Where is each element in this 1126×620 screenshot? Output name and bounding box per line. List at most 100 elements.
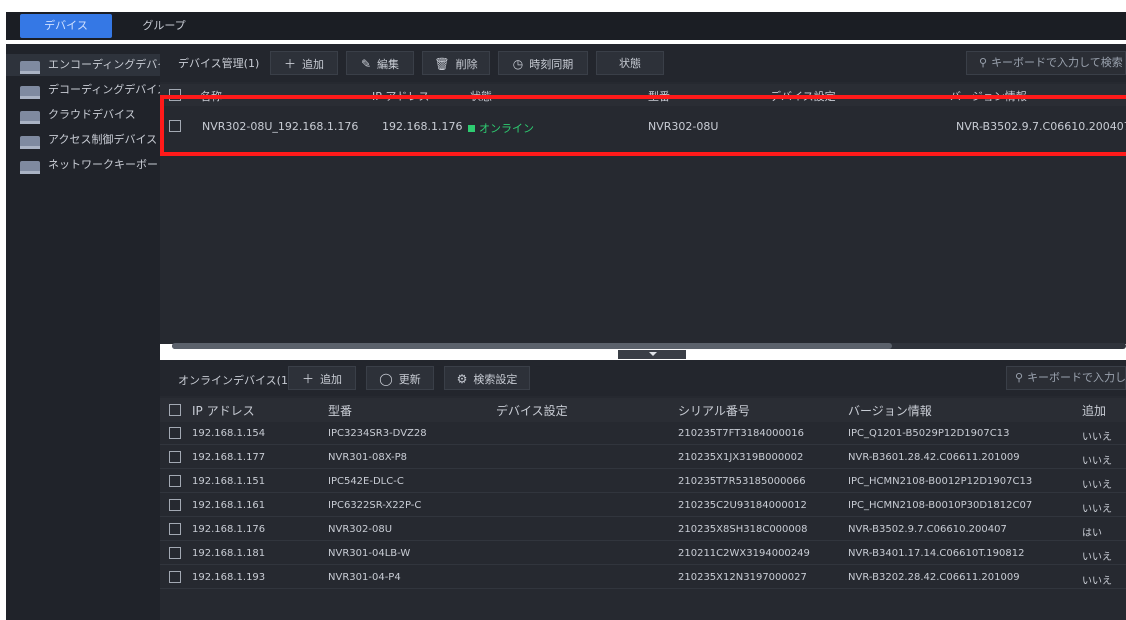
column-model: 型番 xyxy=(648,90,670,103)
column-version: バージョン情報 xyxy=(950,90,1027,103)
keyboard-icon xyxy=(20,161,40,174)
refresh-icon: ◯ xyxy=(379,372,393,386)
add-device-button[interactable]: ＋追加 xyxy=(270,51,338,75)
sidebar-item-label: デコーディングデバイス xyxy=(48,83,168,96)
row-checkbox[interactable] xyxy=(169,547,181,559)
sidebar-item-label: アクセス制御デバイス xyxy=(48,133,158,146)
scrollbar-thumb[interactable] xyxy=(172,343,892,349)
cell-ip: 192.168.1.151 xyxy=(192,476,266,487)
device-name: NVR302-08U_192.168.1.176 xyxy=(202,120,359,133)
time-sync-button[interactable]: ◷ 時刻同期 xyxy=(498,51,588,75)
device-table-header: 名称 IP アドレス 状態 型番 デバイス設定 バージョン情報 xyxy=(160,84,1126,106)
select-all-checkbox[interactable] xyxy=(169,404,181,416)
cell-version: NVR-B3502.9.7.C06610.200407 xyxy=(848,524,1007,535)
online-search-input[interactable]: ⚲キーボードで入力して検索します xyxy=(1006,366,1126,390)
chevron-down-icon xyxy=(649,352,657,356)
table-row[interactable]: 192.168.1.151 IPC542E-DLC-C 210235T7R53185… xyxy=(160,470,1126,493)
table-row[interactable]: 192.168.1.181 NVR301-04LB-W 210211C2WX3194… xyxy=(160,542,1126,565)
table-row[interactable]: NVR302-08U_192.168.1.176 192.168.1.176 オ… xyxy=(160,114,1126,138)
column-ip: IP アドレス xyxy=(372,90,430,103)
cell-ip: 192.168.1.177 xyxy=(192,452,266,463)
search-settings-button[interactable]: ⚙ 検索設定 xyxy=(444,366,530,390)
device-model: NVR302-08U xyxy=(648,120,719,133)
cell-model: NVR301-04-P4 xyxy=(328,572,401,583)
device-ip: 192.168.1.176 xyxy=(382,120,463,133)
device-icon xyxy=(20,61,40,74)
horizontal-scrollbar[interactable] xyxy=(172,343,1126,349)
cell-serial: 210235X1JX319B000002 xyxy=(678,452,804,463)
cell-added: いいえ xyxy=(1082,456,1112,467)
cell-model: NVR302-08U xyxy=(328,524,393,535)
cell-model: NVR301-08X-P8 xyxy=(328,452,408,463)
refresh-button[interactable]: ◯ 更新 xyxy=(366,366,434,390)
clock-icon: ◷ xyxy=(512,57,524,71)
status-button[interactable]: 状態 xyxy=(596,51,664,75)
cell-version: NVR-B3401.17.14.C06610T.190812 xyxy=(848,548,1025,559)
cell-added: いいえ xyxy=(1082,552,1112,563)
column-added: 追加 xyxy=(1082,404,1107,418)
cell-added: いいえ xyxy=(1082,576,1112,587)
column-device-settings: デバイス設定 xyxy=(770,90,836,103)
cell-version: NVR-B3202.28.42.C06611.201009 xyxy=(848,572,1020,583)
sidebar-item-access-control[interactable]: アクセス制御デバイス xyxy=(6,129,160,151)
cell-serial: 210235X12N3197000027 xyxy=(678,572,807,583)
table-row[interactable]: 192.168.1.154 IPC3234SR3-DVZ28 210235T7FT3… xyxy=(160,422,1126,445)
cell-ip: 192.168.1.154 xyxy=(192,428,266,439)
column-device-settings: デバイス設定 xyxy=(496,404,568,418)
cell-added: いいえ xyxy=(1082,504,1112,515)
delete-button[interactable]: 🗑 削除 xyxy=(422,51,490,75)
row-checkbox[interactable] xyxy=(169,571,181,583)
cell-ip: 192.168.1.161 xyxy=(192,500,266,511)
cell-serial: 210235X8SH318C000008 xyxy=(678,524,808,535)
column-model: 型番 xyxy=(328,404,353,418)
search-icon: ⚲ xyxy=(979,56,988,69)
row-checkbox[interactable] xyxy=(169,427,181,439)
cell-added: いいえ xyxy=(1082,480,1112,491)
column-ip: IP アドレス xyxy=(192,404,255,418)
edit-button[interactable]: ✎ 編集 xyxy=(346,51,414,75)
sidebar-item-encoding-devices[interactable]: エンコーディングデバイス xyxy=(6,54,179,76)
cell-version: IPC_Q1201-B5029P12D1907C13 xyxy=(848,428,1010,439)
pencil-icon: ✎ xyxy=(360,57,372,71)
trash-icon: 🗑 xyxy=(434,57,450,71)
cell-added: いいえ xyxy=(1082,432,1112,443)
device-status: オンライン xyxy=(468,120,534,136)
sidebar-item-decoding-devices[interactable]: デコーディングデバイス xyxy=(6,79,168,101)
cell-serial: 210235C2U93184000012 xyxy=(678,500,807,511)
device-icon xyxy=(20,136,40,149)
panel-splitter[interactable] xyxy=(618,350,686,359)
column-status: 状態 xyxy=(470,90,492,103)
device-toolbar: デバイス管理(1) ＋追加 ✎ 編集 🗑 削除 ◷ 時刻同期 状態 ⚲ キーボードで入力… xyxy=(160,44,1126,82)
app-window: デバイス グループ エンコーディングデバイス デコーディングデバイス クラウドデ… xyxy=(0,0,1126,620)
select-all-checkbox[interactable] xyxy=(169,89,181,101)
column-serial: シリアル番号 xyxy=(678,404,750,418)
search-icon: ⚲ xyxy=(1015,371,1024,384)
tab-devices[interactable]: デバイス xyxy=(20,14,112,38)
sidebar-item-cloud-devices[interactable]: クラウドデバイス xyxy=(6,104,160,126)
table-row[interactable]: 192.168.1.193 NVR301-04-P4 210235X12N31970… xyxy=(160,566,1126,589)
table-row[interactable]: 192.168.1.176 NVR302-08U 210235X8SH318C000… xyxy=(160,518,1126,541)
device-search-input[interactable]: ⚲キーボードで入力して検索します xyxy=(966,51,1126,75)
row-checkbox[interactable] xyxy=(169,451,181,463)
table-row[interactable]: 192.168.1.161 IPC6322SR-X22P-C 210235C2U93… xyxy=(160,494,1126,517)
sidebar: エンコーディングデバイス デコーディングデバイス クラウドデバイス アクセス制御… xyxy=(6,44,179,620)
row-checkbox[interactable] xyxy=(169,523,181,535)
cell-version: IPC_HCMN2108-B0010P30D1812C07 xyxy=(848,500,1033,511)
gear-icon: ⚙ xyxy=(456,372,468,386)
plus-icon: ＋ xyxy=(283,57,296,71)
tab-groups[interactable]: グループ xyxy=(134,14,194,38)
cell-ip: 192.168.1.181 xyxy=(192,548,266,559)
online-status-icon xyxy=(468,125,475,132)
plus-icon: ＋ xyxy=(301,372,314,386)
row-checkbox[interactable] xyxy=(169,475,181,487)
table-row[interactable]: 192.168.1.177 NVR301-08X-P8 210235X1JX319B… xyxy=(160,446,1126,469)
row-checkbox[interactable] xyxy=(169,499,181,511)
sidebar-item-network-keyboard[interactable]: ネットワークキーボード xyxy=(6,154,169,176)
online-table-header: IP アドレス 型番 デバイス設定 シリアル番号 バージョン情報 追加 xyxy=(160,398,1126,422)
cell-serial: 210235T7R53185000066 xyxy=(678,476,806,487)
column-version: バージョン情報 xyxy=(848,404,932,418)
row-checkbox[interactable] xyxy=(169,120,181,132)
cloud-device-icon xyxy=(20,111,40,124)
add-online-device-button[interactable]: ＋追加 xyxy=(288,366,356,390)
online-devices-table: 192.168.1.154 IPC3234SR3-DVZ28 210235T7FT3… xyxy=(160,422,1126,620)
